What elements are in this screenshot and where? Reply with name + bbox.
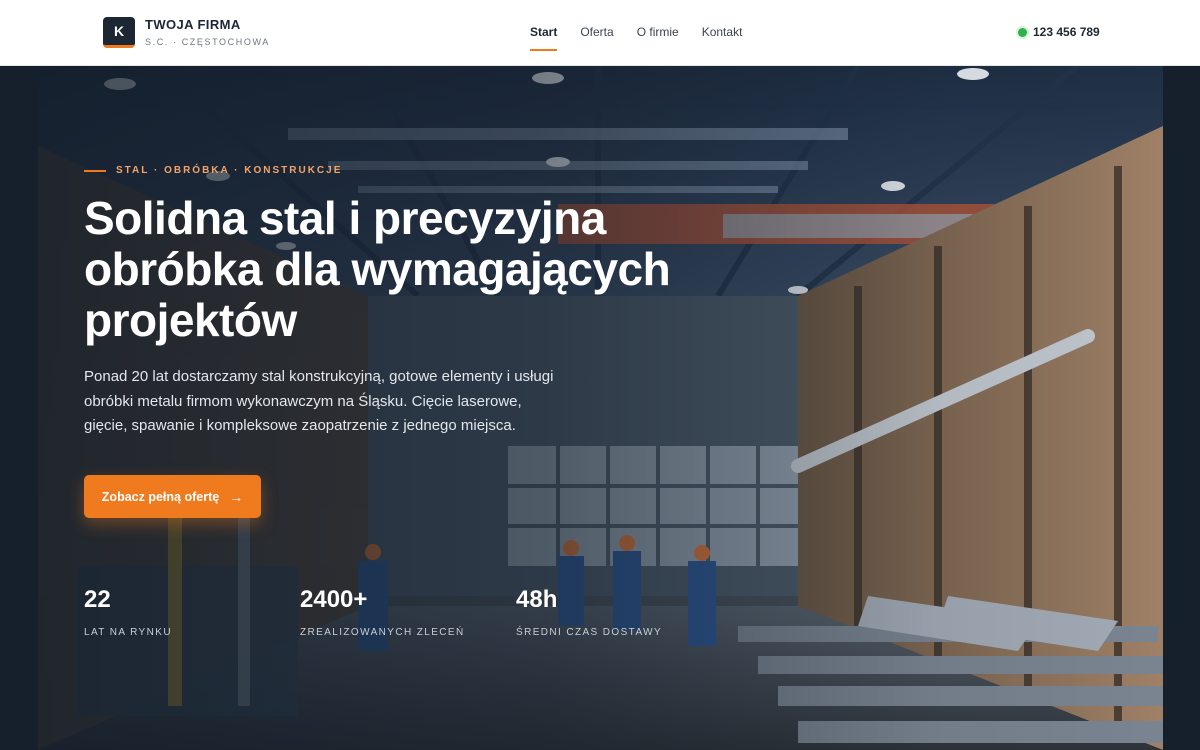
hero-eyebrow: STAL · OBRÓBKA · KONSTRUKCJE (84, 165, 342, 176)
online-status-icon (1018, 27, 1027, 37)
hero-stats: 22 LAT NA RYNKU 2400+ ZREALIZOWANYCH ZLE… (84, 586, 732, 638)
nav-item-oferta[interactable]: Oferta (580, 25, 613, 51)
stat-value: 2400+ (300, 586, 368, 613)
nav-item-kontakt[interactable]: Kontakt (702, 25, 743, 51)
stat-label: ŚREDNI CZAS DOSTAWY (516, 627, 663, 638)
brand-subtitle: S.C. · CZĘSTOCHOWA (145, 37, 270, 47)
stat-delivery: 48h ŚREDNI CZAS DOSTAWY (516, 586, 732, 638)
nav-item-start[interactable]: Start (530, 25, 558, 51)
eyebrow-text: STAL · OBRÓBKA · KONSTRUKCJE (116, 165, 343, 176)
hero-lead: Ponad 20 lat dostarczamy stal konstrukcy… (84, 368, 554, 434)
view-offer-label: Zobacz pełną ofertę (101, 489, 220, 504)
stat-label: LAT NA RYNKU (84, 627, 172, 638)
stat-value: 22 (84, 586, 111, 613)
eyebrow-line (84, 169, 106, 172)
view-offer-button[interactable]: Zobacz pełną ofertę → (84, 475, 261, 518)
phone-number[interactable]: 123 456 789 (1033, 25, 1100, 39)
site-header: K TWOJA FIRMA S.C. · CZĘSTOCHOWA Start O… (0, 0, 1200, 66)
stat-years: 22 LAT NA RYNKU (84, 586, 300, 638)
phone-contact[interactable]: 123 456 789 (1018, 25, 1100, 39)
main-nav: Start Oferta O firmie Kontakt (530, 25, 742, 51)
hero-headline: Solidna stal i precyzyjna obróbka dla wy… (84, 192, 671, 346)
stat-label: ZREALIZOWANYCH ZLECEŃ (300, 627, 465, 638)
arrow-right-icon: → (229, 488, 244, 505)
stat-value: 48h (516, 586, 558, 613)
logo-mark[interactable]: K (103, 17, 135, 48)
brand-name[interactable]: TWOJA FIRMA (145, 17, 241, 32)
nav-item-o-firmie[interactable]: O firmie (637, 25, 679, 51)
stat-orders: 2400+ ZREALIZOWANYCH ZLECEŃ (300, 586, 516, 638)
